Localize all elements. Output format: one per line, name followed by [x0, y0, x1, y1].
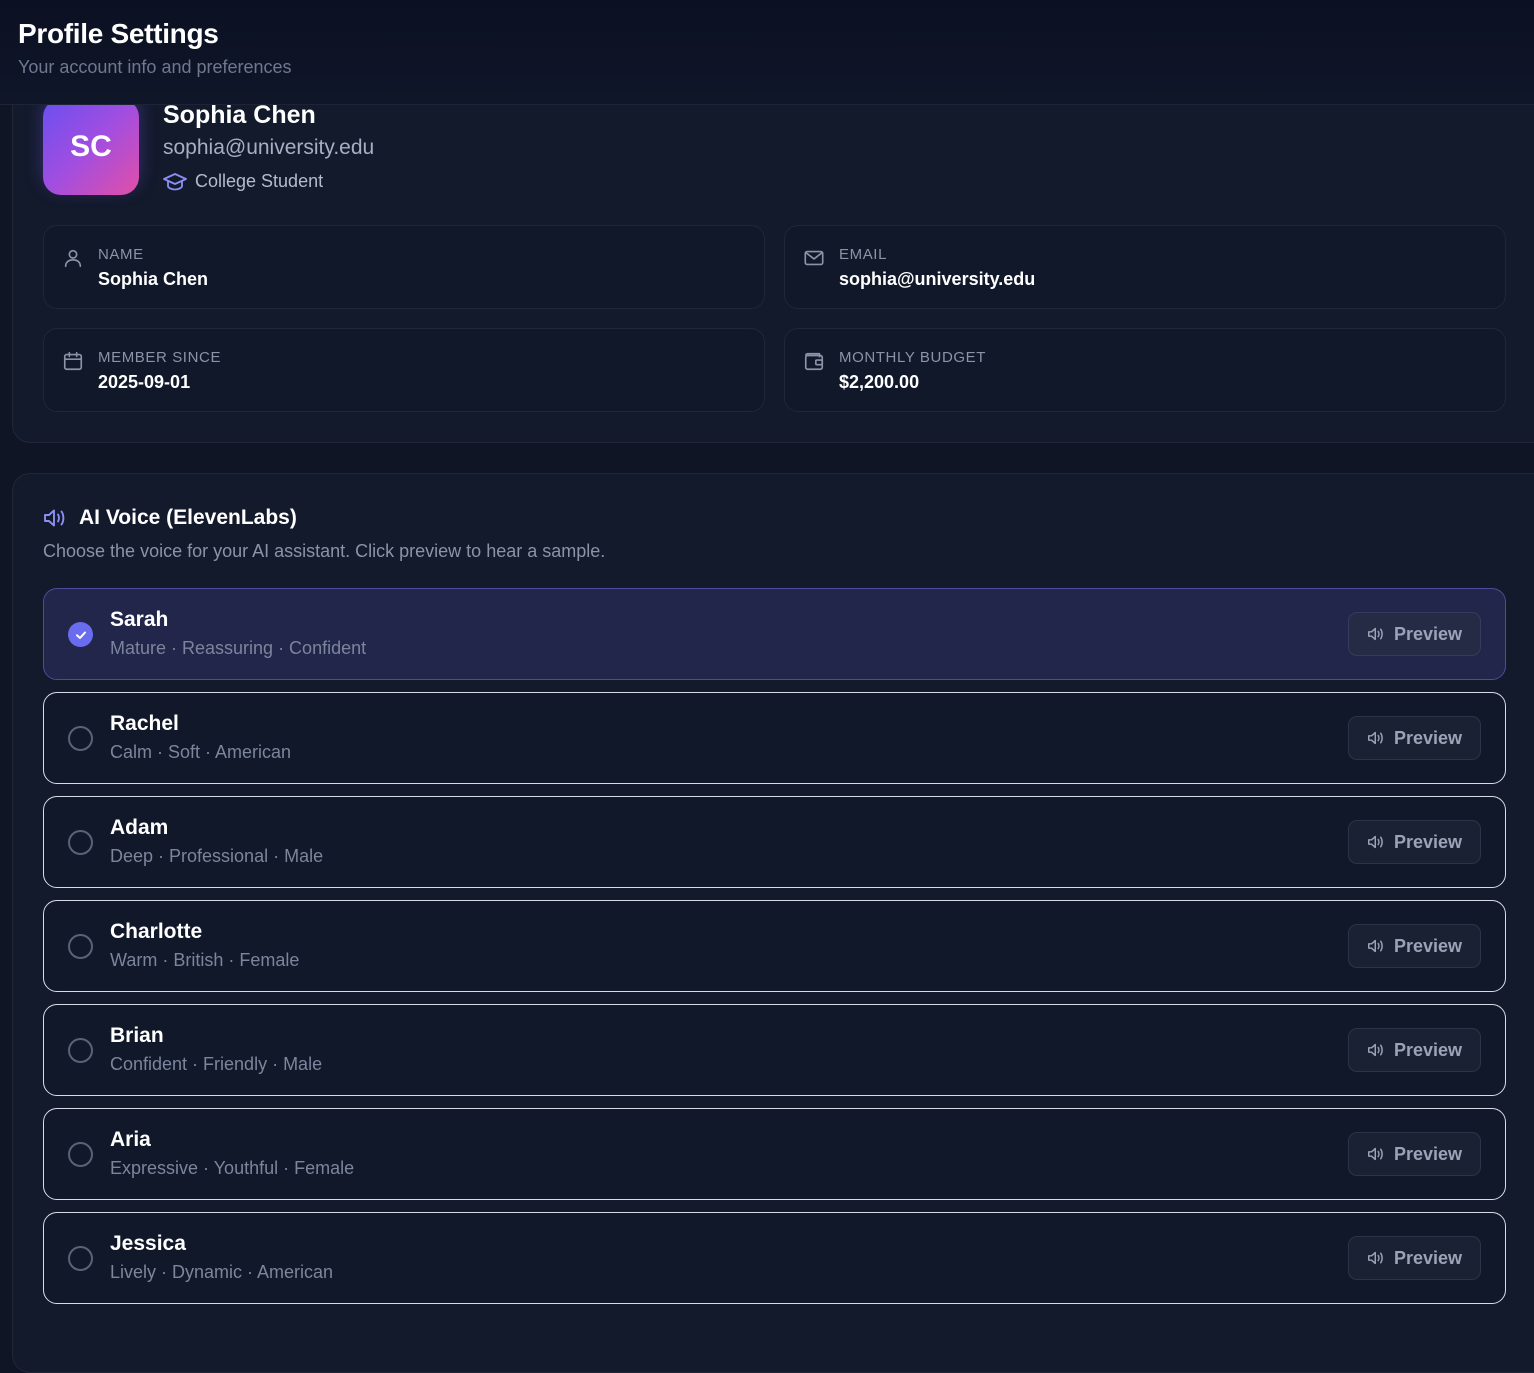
speaker-icon [1367, 627, 1383, 641]
voice-radio[interactable] [68, 726, 93, 751]
voice-option-sarah[interactable]: Sarah Mature · Reassuring · Confident Prev… [43, 588, 1506, 680]
voice-section-description: Choose the voice for your AI assistant. … [43, 541, 606, 561]
preview-button-label: Preview [1393, 1039, 1463, 1060]
page-subtitle: Your account info and preferences [18, 57, 292, 77]
preview-button[interactable]: Preview [1348, 612, 1481, 656]
voice-name: Jessica [110, 1232, 186, 1255]
voice-name: Aria [110, 1128, 151, 1151]
voice-name: Adam [110, 816, 169, 839]
voice-section-title-text: AI Voice (ElevenLabs) [79, 506, 297, 529]
voice-option-jessica[interactable]: Jessica Lively · Dynamic · American Previe… [43, 1212, 1506, 1304]
preview-button-label: Preview [1393, 1143, 1463, 1164]
field-member-since: MEMBER SINCE 2025-09-01 [43, 328, 765, 412]
voice-radio[interactable] [68, 1246, 93, 1271]
voice-tags: Confident · Friendly · Male [110, 1054, 323, 1074]
voice-option-aria[interactable]: Aria Expressive · Youthful · Female Previe… [43, 1108, 1506, 1200]
check-icon [75, 631, 86, 639]
preview-button[interactable]: Preview [1348, 1236, 1481, 1280]
mail-icon [804, 250, 824, 266]
voice-option-brian[interactable]: Brian Confident · Friendly · Male Preview [43, 1004, 1506, 1096]
voice-radio[interactable] [68, 1038, 93, 1063]
voice-radio[interactable] [68, 934, 93, 959]
speaker-icon [1367, 1251, 1383, 1265]
preview-button[interactable]: Preview [1348, 820, 1481, 864]
voice-name: Brian [110, 1024, 164, 1047]
speaker-icon [1367, 1147, 1383, 1161]
field-name: NAME Sophia Chen [43, 225, 765, 309]
avatar: SC [43, 99, 139, 195]
field-label: NAME [98, 246, 144, 263]
speaker-icon [1367, 731, 1383, 745]
preview-button[interactable]: Preview [1348, 1132, 1481, 1176]
profile-name: Sophia Chen [163, 101, 316, 129]
voice-section-title: AI Voice (ElevenLabs) [43, 506, 297, 530]
field-value: sophia@university.edu [839, 269, 1036, 289]
voice-tags: Warm · British · Female [110, 950, 300, 970]
preview-button-label: Preview [1393, 1247, 1463, 1268]
field-value: Sophia Chen [98, 269, 209, 289]
field-label: MONTHLY BUDGET [839, 349, 987, 366]
calendar-icon [63, 351, 83, 371]
speaker-icon [1367, 939, 1383, 953]
preview-button-label: Preview [1393, 935, 1463, 956]
speaker-icon [44, 509, 65, 527]
page-title: Profile Settings [18, 18, 219, 49]
preview-button-label: Preview [1393, 831, 1463, 852]
preview-button[interactable]: Preview [1348, 924, 1481, 968]
voice-radio[interactable] [68, 830, 93, 855]
voice-tags: Expressive · Youthful · Female [110, 1158, 355, 1178]
profile-email: sophia@university.edu [163, 136, 375, 159]
field-value: $2,200.00 [839, 372, 920, 392]
preview-button[interactable]: Preview [1348, 1028, 1481, 1072]
field-value: 2025-09-01 [98, 372, 191, 392]
voice-tags: Calm · Soft · American [110, 742, 292, 762]
preview-button-label: Preview [1393, 727, 1463, 748]
voice-name: Rachel [110, 712, 179, 735]
profile-role-label: College Student [195, 171, 324, 191]
voice-option-charlotte[interactable]: Charlotte Warm · British · Female Preview [43, 900, 1506, 992]
speaker-icon [1367, 1043, 1383, 1057]
voice-tags: Lively · Dynamic · American [110, 1262, 334, 1282]
field-label: MEMBER SINCE [98, 349, 222, 366]
field-label: EMAIL [839, 246, 888, 263]
wallet-icon [804, 352, 824, 371]
page-header: Profile Settings Your account info and p… [0, 0, 1534, 105]
voice-name: Charlotte [110, 920, 203, 943]
voice-option-rachel[interactable]: Rachel Calm · Soft · American Preview [43, 692, 1506, 784]
voice-option-adam[interactable]: Adam Deep · Professional · Male Preview [43, 796, 1506, 888]
field-email: EMAIL sophia@university.edu [784, 225, 1506, 309]
speaker-icon [1367, 835, 1383, 849]
preview-button-label: Preview [1393, 623, 1463, 644]
voice-radio[interactable] [68, 1142, 93, 1167]
voice-radio[interactable] [68, 622, 93, 647]
user-icon [64, 249, 82, 268]
voice-tags: Mature · Reassuring · Confident [110, 638, 367, 658]
voice-tags: Deep · Professional · Male [110, 846, 324, 866]
voice-name: Sarah [110, 608, 169, 631]
preview-button[interactable]: Preview [1348, 716, 1481, 760]
field-monthly-budget: MONTHLY BUDGET $2,200.00 [784, 328, 1506, 412]
profile-role: College Student [163, 171, 323, 192]
graduation-cap-icon [163, 172, 187, 190]
